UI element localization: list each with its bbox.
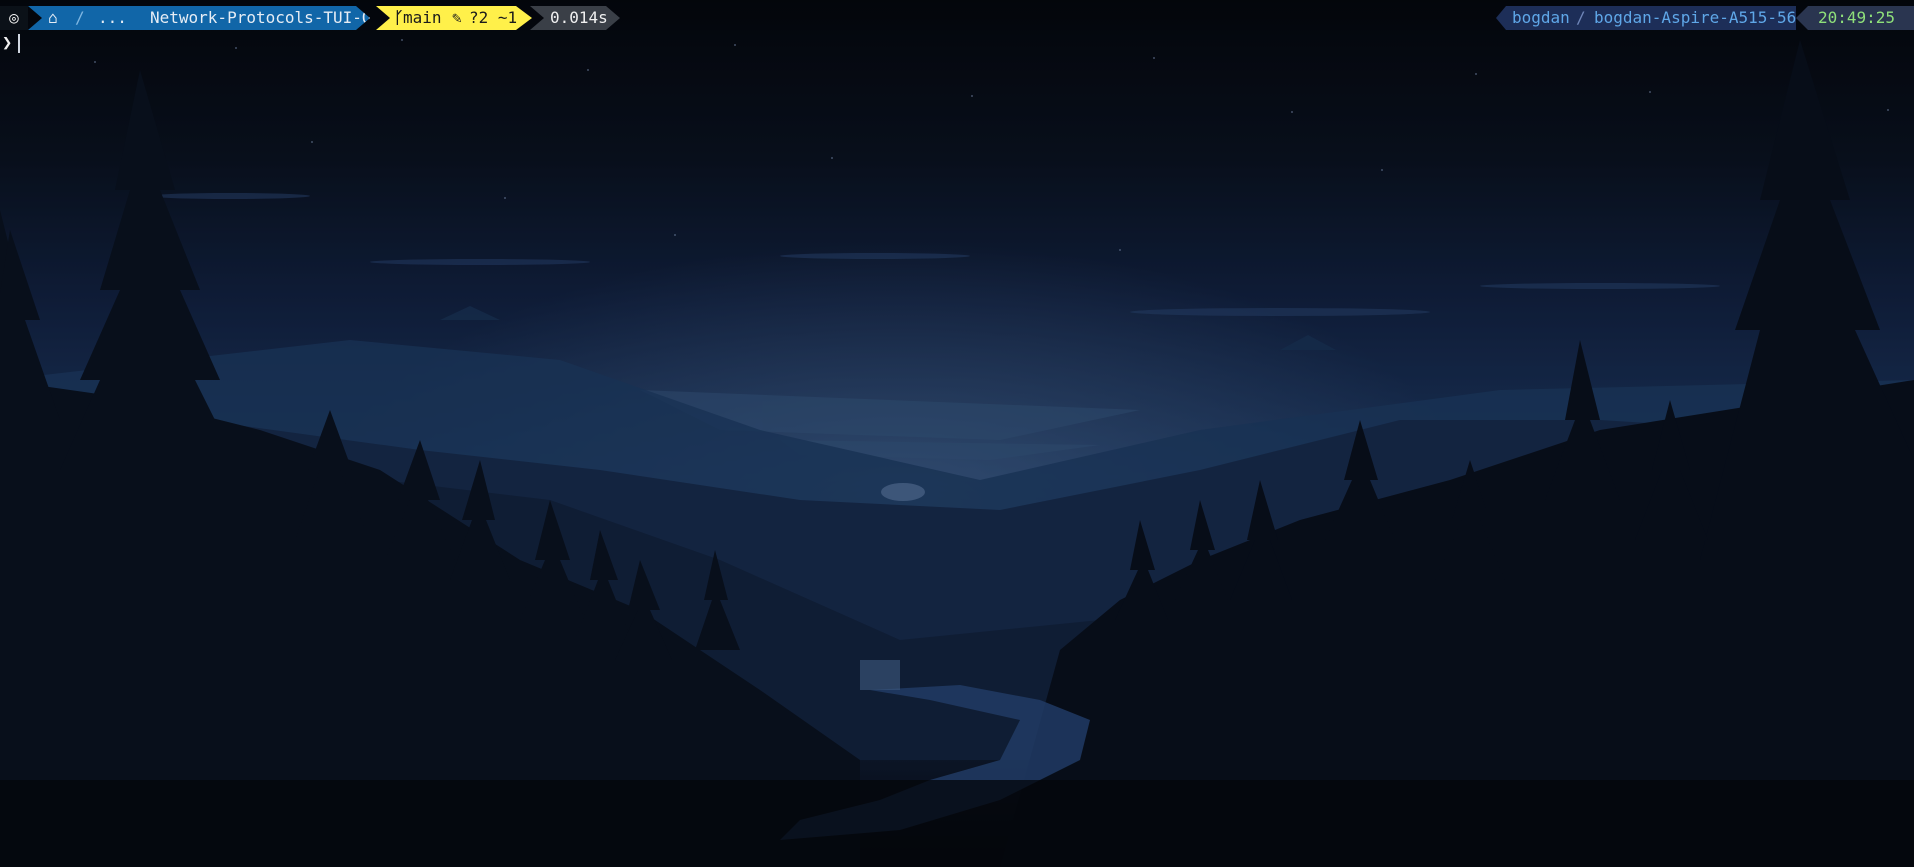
host-separator: / [1576, 8, 1586, 27]
clock-time: 20:49:25 [1818, 8, 1896, 27]
night-forest-wallpaper [0, 0, 1914, 867]
exec-time-segment: 0.014s [530, 6, 620, 30]
clock-segment: 20:49:25 [1796, 6, 1914, 30]
home-icon: ⌂ [48, 8, 58, 27]
path-segment: ⌂ / ... Network-Protocols-TUI-Quiz [28, 6, 370, 30]
edit-icon: ✎ [452, 8, 462, 27]
prompt-chevron-icon: ❯ [2, 33, 13, 53]
prompt-bar: ◎ ⌂ / ... Network-Protocols-TUI-Quiz ᚴ m… [0, 6, 1914, 34]
git-status: ?2 ~1 [469, 8, 518, 27]
username: bogdan [1512, 8, 1570, 27]
user-host-segment: bogdan / bogdan-Aspire-A515-56 [1496, 6, 1796, 30]
current-directory: Network-Protocols-TUI-Quiz [150, 8, 401, 27]
path-ellipsis: ... [98, 8, 127, 27]
text-cursor [18, 34, 20, 53]
git-segment: ᚴ main ✎ ?2 ~1 [376, 6, 532, 30]
ubuntu-icon: ◎ [9, 8, 19, 27]
exec-time: 0.014s [550, 8, 608, 27]
os-segment: ◎ [0, 6, 28, 30]
terminal-window[interactable]: ◎ ⌂ / ... Network-Protocols-TUI-Quiz ᚴ m… [0, 0, 1914, 867]
git-branch-name: main [403, 8, 442, 27]
path-separator: / [75, 8, 85, 27]
hostname: bogdan-Aspire-A515-56 [1594, 8, 1797, 27]
